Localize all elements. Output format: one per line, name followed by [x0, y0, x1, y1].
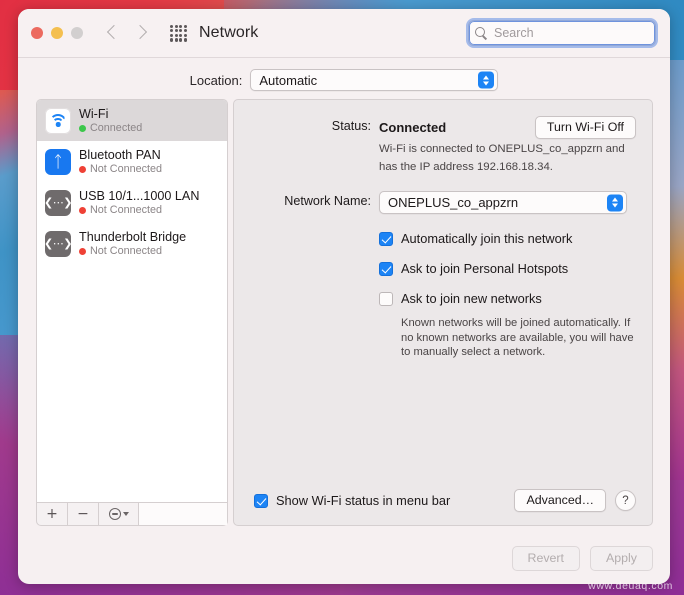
gear-icon — [108, 508, 121, 520]
status-value: Connected — [379, 119, 447, 135]
network-name-row: Network Name: ONEPLUS_co_appzrn — [234, 191, 636, 214]
wifi-icon — [45, 107, 71, 134]
checkbox-personal-hotspots-label: Ask to join Personal Hotspots — [401, 261, 569, 276]
status-row: Status: Connected Turn Wi-Fi Off Wi-Fi i… — [234, 116, 636, 175]
status-description: Wi-Fi is connected to ONEPLUS_co_appzrn … — [379, 143, 625, 173]
bluetooth-icon: ᛏ — [45, 148, 71, 175]
revert-button[interactable]: Revert — [511, 545, 580, 571]
checkbox-new-networks-label: Ask to join new networks — [401, 291, 542, 306]
service-name: USB 10/1...1000 LAN — [79, 188, 200, 203]
action-menu-button[interactable] — [99, 503, 139, 525]
zoom-button[interactable] — [71, 27, 83, 39]
checkbox-personal-hotspots[interactable] — [379, 262, 393, 276]
status-led-red — [79, 206, 86, 214]
sidebar-item-bluetooth-pan[interactable]: ᛏ Bluetooth PAN Not Connected — [37, 141, 227, 182]
advanced-button[interactable]: Advanced… — [514, 489, 606, 512]
add-service-button[interactable]: + — [37, 503, 68, 525]
service-status-text: Not Connected — [90, 244, 163, 257]
service-status-text: Not Connected — [90, 162, 163, 175]
close-button[interactable] — [31, 27, 43, 39]
watermark: www.deuaq.com — [588, 580, 673, 592]
panel-footer-actions: Advanced… ? — [514, 489, 636, 512]
network-preferences-window: Network Search Location: Automatic Wi-Fi… — [18, 9, 670, 584]
checkbox-auto-join-label: Automatically join this network — [401, 231, 573, 246]
service-status: Not Connected — [79, 204, 199, 217]
navigation-arrows — [107, 24, 146, 42]
remove-service-button[interactable]: − — [68, 503, 99, 525]
panel-footer: Show Wi-Fi status in menu bar Advanced… … — [234, 489, 636, 525]
service-name: Wi-Fi — [79, 106, 109, 121]
network-name-value: ONEPLUS_co_appzrn — [388, 195, 519, 210]
status-led-red — [79, 165, 86, 173]
sidebar-toolbar-filler — [139, 503, 227, 525]
service-status-text: Connected — [90, 121, 143, 134]
show-all-grid-icon[interactable] — [170, 24, 187, 42]
sidebar-item-thunderbolt-bridge[interactable]: ❮⋯❯ Thunderbolt Bridge Not Connected — [37, 223, 227, 264]
forward-arrow-icon[interactable] — [135, 24, 146, 42]
sidebar-toolbar: + − — [36, 502, 228, 526]
status-led-green — [79, 124, 86, 132]
checkbox-personal-hotspots-row[interactable]: Ask to join Personal Hotspots — [379, 261, 636, 277]
help-button[interactable]: ? — [615, 490, 636, 511]
sidebar-item-usb-lan[interactable]: ❮⋯❯ USB 10/1...1000 LAN Not Connected — [37, 182, 227, 223]
search-icon — [475, 27, 487, 39]
checkbox-auto-join[interactable] — [379, 232, 393, 246]
service-status: Not Connected — [79, 163, 162, 176]
search-field-wrapper: Search — [466, 18, 658, 48]
status-label: Status: — [331, 119, 371, 133]
service-status: Connected — [79, 122, 142, 135]
sidebar-item-wifi[interactable]: Wi-Fi Connected — [37, 100, 227, 141]
wifi-settings-panel: Status: Connected Turn Wi-Fi Off Wi-Fi i… — [233, 99, 653, 526]
checkbox-new-networks-row[interactable]: Ask to join new networks — [379, 291, 636, 307]
network-name-label: Network Name: — [284, 194, 371, 208]
minimize-button[interactable] — [51, 27, 63, 39]
chevron-updown-icon — [478, 71, 495, 89]
network-name-dropdown[interactable]: ONEPLUS_co_appzrn — [379, 191, 627, 214]
page-title: Network — [199, 24, 259, 41]
preferences-body: Wi-Fi Connected ᛏ Bluetooth PAN Not Conn… — [18, 99, 670, 538]
location-value: Automatic — [259, 72, 318, 88]
checkbox-auto-join-row[interactable]: Automatically join this network — [379, 231, 636, 247]
chevron-updown-icon — [607, 194, 623, 211]
checkbox-show-wifi-status[interactable] — [254, 493, 268, 508]
back-arrow-icon[interactable] — [107, 24, 118, 42]
new-networks-hint: Known networks will be joined automatica… — [401, 317, 634, 358]
location-row: Location: Automatic — [18, 58, 670, 99]
window-footer: Revert Apply — [18, 538, 670, 584]
network-services-list: Wi-Fi Connected ᛏ Bluetooth PAN Not Conn… — [36, 99, 228, 502]
status-led-red — [79, 247, 86, 255]
apply-button[interactable]: Apply — [590, 545, 653, 571]
location-label: Location: — [189, 72, 243, 88]
chevron-down-icon — [122, 512, 129, 516]
checkbox-show-wifi-status-label: Show Wi-Fi status in menu bar — [276, 492, 451, 508]
service-status: Not Connected — [79, 245, 186, 258]
sidebar: Wi-Fi Connected ᛏ Bluetooth PAN Not Conn… — [36, 99, 228, 538]
ethernet-icon: ❮⋯❯ — [44, 189, 72, 216]
search-input[interactable]: Search — [466, 18, 658, 48]
checkbox-new-networks[interactable] — [379, 292, 393, 306]
ethernet-icon: ❮⋯❯ — [44, 230, 72, 257]
service-name: Bluetooth PAN — [79, 147, 161, 162]
wifi-options-group: Automatically join this network Ask to j… — [234, 231, 636, 360]
checkbox-menu-bar-row[interactable]: Show Wi-Fi status in menu bar — [254, 493, 450, 509]
traffic-light-controls — [31, 27, 83, 39]
window-titlebar: Network Search — [18, 9, 670, 58]
service-name: Thunderbolt Bridge — [79, 229, 187, 244]
service-status-text: Not Connected — [90, 203, 163, 216]
turn-wifi-off-button[interactable]: Turn Wi-Fi Off — [534, 116, 636, 139]
location-dropdown[interactable]: Automatic — [250, 69, 499, 91]
